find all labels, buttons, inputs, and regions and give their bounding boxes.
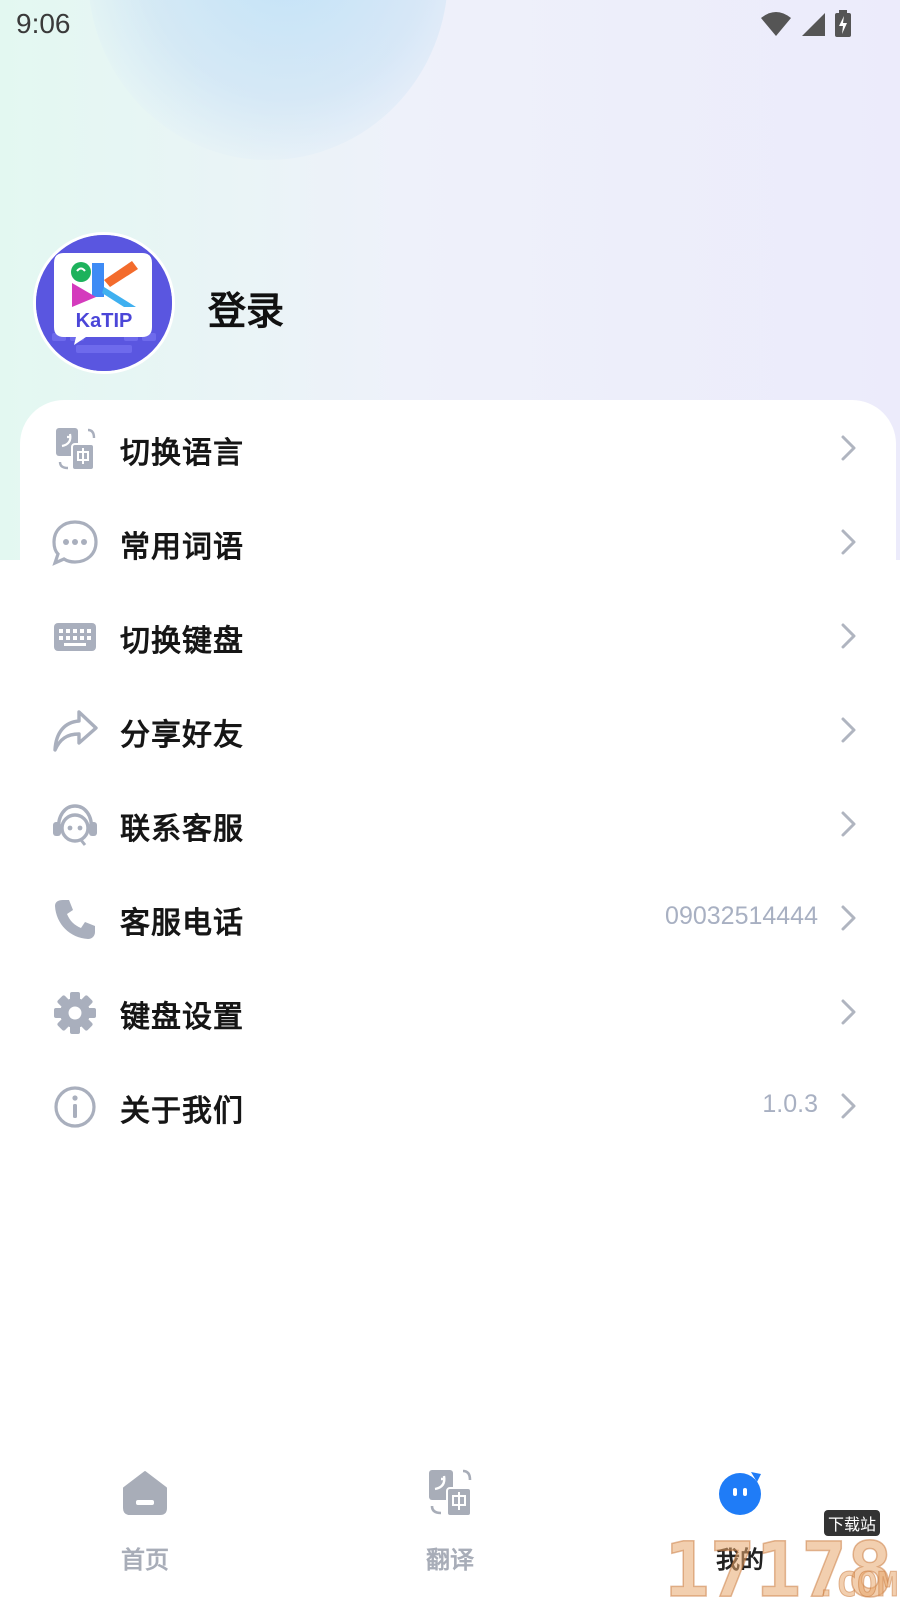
chevron-right-icon xyxy=(841,999,856,1025)
signal-icon xyxy=(802,13,825,36)
status-bar: 9:06 xyxy=(0,0,900,50)
menu-item-support-phone[interactable]: 客服电话 09032514444 xyxy=(20,870,896,966)
app-version: 1.0.3 xyxy=(762,1090,818,1118)
katip-logo-icon: KaTIP xyxy=(36,235,172,371)
menu-item-share-friends[interactable]: 分享好友 xyxy=(20,682,896,778)
phone-icon xyxy=(50,894,100,944)
chat-bubble-icon xyxy=(50,518,100,568)
menu-item-switch-keyboard[interactable]: 切换键盘 xyxy=(20,588,896,684)
battery-icon xyxy=(835,10,851,37)
tab-translate[interactable]: 翻译 xyxy=(360,1440,540,1580)
chevron-right-icon xyxy=(841,905,856,931)
translate-icon xyxy=(429,1469,472,1517)
menu-item-label: 联系客服 xyxy=(120,812,244,847)
chevron-right-icon xyxy=(841,717,856,743)
info-icon xyxy=(50,1082,100,1132)
tab-label: 翻译 xyxy=(426,1546,474,1574)
settings-card: 切换语言 常用词语 切换键盘 分享好友 联系客服 客服电话 0903251444… xyxy=(20,400,896,1400)
chevron-right-icon xyxy=(841,811,856,837)
menu-item-about-us[interactable]: 关于我们 1.0.3 xyxy=(20,1058,896,1154)
menu-item-label: 键盘设置 xyxy=(120,1000,244,1035)
menu-item-label: 常用词语 xyxy=(120,530,244,565)
avatar[interactable]: KaTIP xyxy=(33,232,175,374)
headset-icon xyxy=(50,800,100,850)
wifi-icon xyxy=(761,12,791,36)
status-time: 9:06 xyxy=(16,8,71,39)
watermark-domain: .COM xyxy=(816,1565,898,1600)
chevron-right-icon xyxy=(841,1093,856,1119)
chevron-right-icon xyxy=(841,529,856,555)
home-icon xyxy=(123,1471,167,1515)
keyboard-icon xyxy=(50,612,100,662)
menu-item-contact-support[interactable]: 联系客服 xyxy=(20,776,896,872)
share-icon xyxy=(50,706,100,756)
menu-item-switch-language[interactable]: 切换语言 xyxy=(20,400,896,496)
status-icons xyxy=(760,10,852,38)
watermark: 17178 下载站 .COM xyxy=(663,1500,900,1604)
tab-label: 首页 xyxy=(121,1546,169,1574)
menu-item-keyboard-settings[interactable]: 键盘设置 xyxy=(20,964,896,1060)
menu-item-label: 分享好友 xyxy=(120,718,244,753)
menu-item-label: 切换键盘 xyxy=(120,624,244,659)
translate-icon xyxy=(50,424,100,474)
tab-home[interactable]: 首页 xyxy=(55,1440,235,1580)
menu-item-label: 客服电话 xyxy=(120,906,244,941)
chevron-right-icon xyxy=(841,623,856,649)
login-link[interactable]: 登录 xyxy=(208,280,284,335)
support-phone-number: 09032514444 xyxy=(665,902,818,930)
menu-item-label: 关于我们 xyxy=(120,1094,244,1129)
logo-text: KaTIP xyxy=(76,310,133,332)
chevron-right-icon xyxy=(841,435,856,461)
gear-icon xyxy=(50,988,100,1038)
watermark-sub: 下载站 xyxy=(828,1515,876,1534)
menu-item-label: 切换语言 xyxy=(120,436,244,471)
menu-item-common-phrases[interactable]: 常用词语 xyxy=(20,494,896,590)
